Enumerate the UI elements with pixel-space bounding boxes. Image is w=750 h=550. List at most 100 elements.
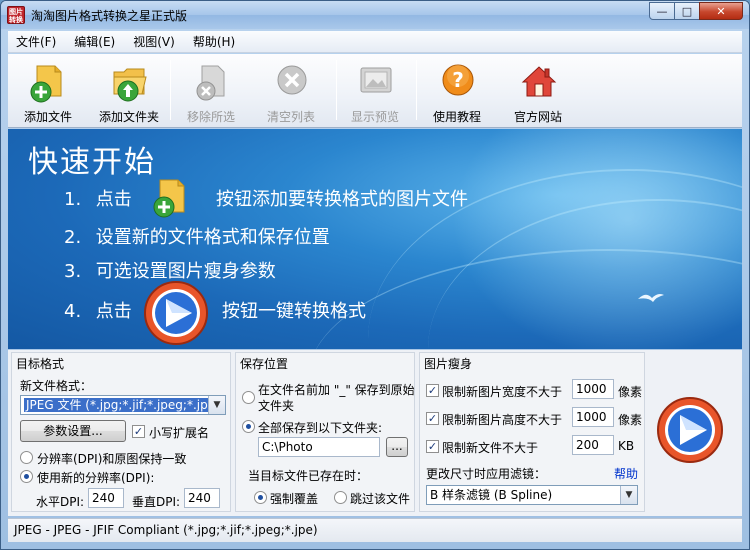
step-number: 1. [64,189,82,210]
preview-button[interactable]: 显示预览 [338,58,412,124]
preview-label: 显示预览 [350,110,399,124]
toolbar: 添加文件 添加文件夹 移除所选 清空列表 显示预览 ? 使用教程 官方网站 [8,54,742,128]
new-format-label: 新文件格式： [20,379,93,393]
limit-width-label: 限制新图片宽度不大于 [442,385,563,399]
app-logo-icon: 图片 转换 [7,6,25,24]
convert-button[interactable] [656,396,724,464]
width-input[interactable]: 1000 [572,379,614,399]
clear-list-label: 清空列表 [266,110,315,124]
add-file-label: 添加文件 [23,110,72,124]
chevron-down-icon[interactable]: ▼ [620,486,637,504]
image-slim-title: 图片瘦身 [424,357,473,371]
svg-text:?: ? [452,68,464,92]
filter-select[interactable]: B 样条滤镜 (B Spline) ▼ [426,485,638,505]
bird-icon [638,294,664,302]
tutorial-button[interactable]: ? 使用教程 [420,58,494,124]
clear-list-button[interactable]: 清空列表 [254,58,328,124]
menu-edit[interactable]: 编辑(E) [66,33,125,50]
image-slim-group: 图片瘦身 ✓ 限制新图片宽度不大于 1000 像素 ✓ 限制新图片高度不大于 1… [419,352,645,512]
menu-bar: 文件(F) 编辑(E) 视图(V) 帮助(H) [8,31,742,53]
height-unit: 像素 [618,413,643,427]
minimize-button[interactable]: — [649,2,675,20]
clear-list-icon [277,65,307,95]
app-logo-text-top: 图片 [9,8,23,16]
add-folder-button[interactable]: 添加文件夹 [92,58,166,124]
close-button[interactable]: ✕ [699,2,743,20]
step-text: 点击 [95,301,132,322]
format-select-value: JPEG 文件 (*.jpg;*.jif;*.jpeg;*.jpe) [24,398,222,412]
settings-panel: 目标格式 新文件格式： JPEG 文件 (*.jpg;*.jif;*.jpeg;… [8,350,742,516]
status-bar: JPEG - JPEG - JFIF Compliant (*.jpg;*.ji… [8,518,742,542]
dpi-new-label: 使用新的分辨率(DPI): [37,471,155,485]
remove-selected-label: 移除所选 [186,110,235,124]
overwrite-radio[interactable] [254,491,267,504]
tutorial-label: 使用教程 [432,110,481,124]
limit-size-checkbox[interactable]: ✓ [426,440,439,453]
folder-path-input[interactable]: C:\Photo [258,437,380,457]
limit-size-label: 限制新文件不大于 [442,441,539,455]
maximize-button[interactable]: □ [674,2,700,20]
overwrite-label: 强制覆盖 [270,492,319,506]
dpi-keep-radio[interactable] [20,451,33,464]
toolbar-separator [336,60,337,120]
menu-help[interactable]: 帮助(H) [185,33,245,50]
filter-select-value: B 样条滤镜 (B Spline) [430,488,553,502]
prefix-save-label-line2: 文件夹 [258,399,295,413]
step-text: 点击 [95,189,132,210]
limit-width-checkbox[interactable]: ✓ [426,384,439,397]
skip-radio[interactable] [334,491,347,504]
dpi-new-radio[interactable] [20,470,33,483]
remove-selected-button[interactable]: 移除所选 [174,58,248,124]
quick-start-banner: 快速开始 1. 点击 按钮添加要转换格式的图片文件 2. 设置新的文件格式和保存… [8,129,742,349]
toolbar-separator [416,60,417,120]
preview-icon [360,67,392,93]
prefix-save-label-line1: 在文件名前加 "_" 保存到原始 [258,383,415,397]
step-4: 4. 点击 [64,297,132,323]
website-button[interactable]: 官方网站 [501,58,575,124]
step-number: 3. [64,261,82,282]
lowercase-ext-checkbox[interactable]: ✓ [132,425,145,438]
remove-selected-icon [196,65,225,101]
add-folder-label: 添加文件夹 [98,110,159,124]
window-controls: — □ ✕ [649,2,743,20]
format-select[interactable]: JPEG 文件 (*.jpg;*.jif;*.jpeg;*.jpe) ▼ [20,395,226,415]
target-format-group: 目标格式 新文件格式： JPEG 文件 (*.jpg;*.jif;*.jpeg;… [11,352,231,512]
file-exists-label: 当目标文件已存在时： [248,469,369,483]
limit-height-label: 限制新图片高度不大于 [442,413,563,427]
filter-help-link[interactable]: 帮助 [614,465,638,482]
filter-label: 更改尺寸时应用滤镜： [426,467,547,481]
toolbar-separator [170,60,171,120]
h-dpi-input[interactable]: 240 [88,488,124,508]
dpi-keep-label: 分辨率(DPI)和原图保持一致 [37,452,187,466]
size-unit: KB [618,439,635,453]
step-text: 设置新的文件格式和保存位置 [95,227,330,248]
menu-view[interactable]: 视图(V) [125,33,185,50]
add-file-icon [153,179,185,218]
v-dpi-label: 垂直DPI: [132,495,181,509]
help-icon: ? [442,64,474,96]
add-file-icon [30,65,62,103]
window-title: 淘淘图片格式转换之星正式版 [31,9,188,23]
folder-save-radio[interactable] [242,420,255,433]
menu-file[interactable]: 文件(F) [8,33,66,50]
params-button[interactable]: 参数设置... [20,420,126,442]
save-location-group: 保存位置 在文件名前加 "_" 保存到原始 文件夹 全部保存到以下文件夹: C:… [235,352,415,512]
browse-button[interactable]: ... [386,437,408,457]
home-icon [521,66,557,97]
title-bar: 图片 转换 淘淘图片格式转换之星正式版 — □ ✕ [1,1,749,29]
limit-height-checkbox[interactable]: ✓ [426,412,439,425]
website-label: 官方网站 [513,110,562,124]
app-window: 图片 转换 淘淘图片格式转换之星正式版 — □ ✕ 文件(F) 编辑(E) 视图… [0,0,750,550]
step-4-suffix: 按钮一键转换格式 [222,301,366,322]
v-dpi-input[interactable]: 240 [184,488,220,508]
h-dpi-label: 水平DPI: [36,495,85,509]
size-input[interactable]: 200 [572,435,614,455]
height-input[interactable]: 1000 [572,407,614,427]
save-location-title: 保存位置 [240,357,289,371]
chevron-down-icon[interactable]: ▼ [208,396,225,414]
app-logo-text-bottom: 转换 [9,16,23,24]
step-2: 2. 设置新的文件格式和保存位置 [64,223,330,249]
prefix-save-radio[interactable] [242,391,255,404]
lowercase-ext-label: 小写扩展名 [149,426,210,440]
add-file-button[interactable]: 添加文件 [11,58,85,124]
